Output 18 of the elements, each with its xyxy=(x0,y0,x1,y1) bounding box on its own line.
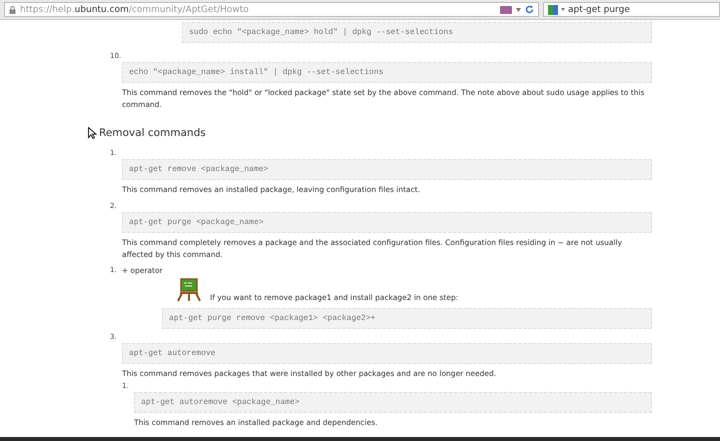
reload-icon[interactable] xyxy=(525,5,534,14)
code-block: apt-get autoremove xyxy=(122,343,652,364)
lock-icon xyxy=(9,6,16,14)
code-block: apt-get purge <package_name> xyxy=(122,212,652,233)
code-block: echo "<package_name> install" | dpkg --set-selections xyxy=(122,62,652,83)
search-field[interactable]: apt-get purge xyxy=(543,2,720,17)
chalkboard-icon xyxy=(176,278,202,302)
code-block: apt-get autoremove <package_name> xyxy=(134,392,652,413)
code-block: sudo echo "<package_name> hold" | dpkg --set-selections xyxy=(182,22,652,43)
code-block: apt-get purge remove <package1> <package2>+ xyxy=(162,308,652,329)
caret-icon[interactable] xyxy=(561,8,565,11)
cursor-icon xyxy=(88,127,97,139)
url-text: https://help.ubuntu.com/community/AptGet/Howto xyxy=(20,4,250,14)
search-query: apt-get purge xyxy=(568,4,630,14)
caret-icon[interactable] xyxy=(516,8,521,12)
code-block: apt-get remove <package_name> xyxy=(122,159,652,180)
section-heading: Removal commands xyxy=(99,127,206,139)
address-bar[interactable]: https://help.ubuntu.com/community/AptGet/Howto xyxy=(4,2,539,17)
